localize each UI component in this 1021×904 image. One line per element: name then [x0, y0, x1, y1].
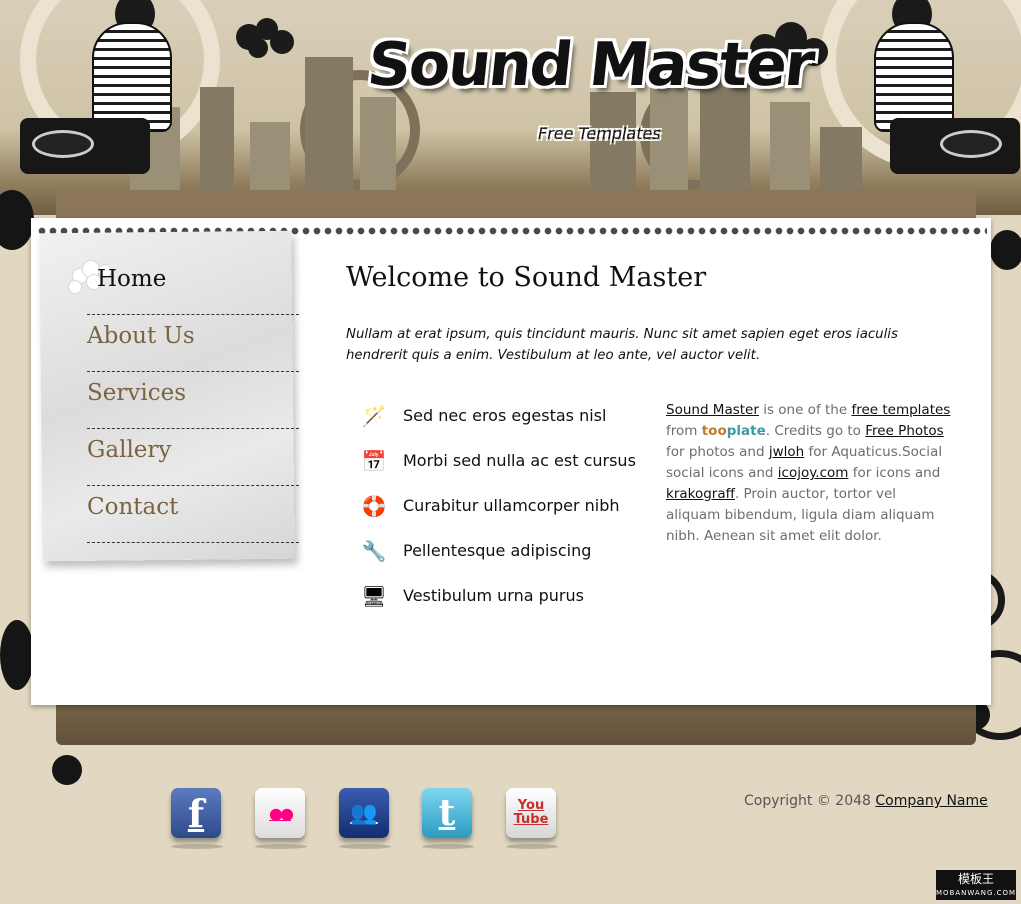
credits-text-part: from: [666, 423, 702, 439]
credits-text-part: is one of the: [758, 402, 852, 418]
building-shape: [770, 102, 810, 197]
header-banner: Sound Master Free Templates: [0, 0, 1021, 215]
credits-text-part: for icons and: [848, 465, 941, 481]
magic-wand-icon: 🪄: [361, 403, 387, 428]
copyright-text: Copyright © 2048: [744, 793, 876, 809]
credits-text-part: for photos and: [666, 444, 769, 460]
twitter-icon[interactable]: t: [422, 788, 474, 849]
building-shape: [360, 97, 396, 197]
building-shape: [820, 127, 862, 197]
nav-item-contact[interactable]: Contact: [87, 486, 299, 543]
calendar-icon: 📅: [361, 448, 387, 473]
feature-list: 🪄 Sed nec eros egestas nisl 📅 Morbi sed …: [361, 393, 636, 618]
monitor-icon: 🖥: [361, 583, 387, 608]
building-shape: [590, 92, 636, 197]
feature-label: Vestibulum urna purus: [403, 586, 584, 605]
ink-splat: [990, 230, 1021, 270]
wrench-icon: 🔧: [361, 538, 387, 563]
bubble-decoration: [270, 30, 294, 54]
free-templates-link[interactable]: free templates: [851, 402, 950, 418]
building-shape: [250, 122, 290, 197]
dj-shirt: [92, 22, 172, 132]
feature-label: Pellentesque adipiscing: [403, 541, 592, 560]
youtube-icon[interactable]: You Tube: [506, 788, 558, 849]
bubble-decoration: [248, 38, 268, 58]
credits-text-part: . Credits go to: [765, 423, 866, 439]
record-plate: [940, 130, 1002, 158]
dj-shirt: [874, 22, 954, 132]
page-title: Welcome to Sound Master: [346, 262, 707, 293]
building-shape: [305, 57, 353, 197]
feature-item: 🛟 Curabitur ullamcorper nibh: [361, 483, 636, 528]
watermark-latin: MOBANWANG.COM: [936, 889, 1017, 897]
nav-link-gallery[interactable]: Gallery: [87, 437, 171, 463]
nav-link-services[interactable]: Services: [87, 380, 186, 406]
nav-item-services[interactable]: Services: [87, 372, 299, 429]
nav-link-contact[interactable]: Contact: [87, 494, 178, 520]
icojoy-link[interactable]: icojoy.com: [778, 465, 849, 481]
credits-text: Sound Master is one of the free template…: [666, 400, 951, 547]
feature-label: Sed nec eros egestas nisl: [403, 406, 607, 425]
site-tagline: Free Templates: [538, 124, 661, 143]
feature-label: Curabitur ullamcorper nibh: [403, 496, 620, 515]
free-photos-link[interactable]: Free Photos: [865, 423, 943, 439]
feature-item: 🪄 Sed nec eros egestas nisl: [361, 393, 636, 438]
main-panel: Home About Us Services Gallery Contact W…: [31, 218, 991, 705]
myspace-icon[interactable]: 👥: [339, 788, 391, 849]
dj-illustration: [20, 0, 172, 200]
dj-illustration: [870, 0, 1020, 200]
main-nav: Home About Us Services Gallery Contact: [87, 258, 299, 543]
tooplate-logo-too[interactable]: too: [702, 423, 727, 439]
krakograff-link[interactable]: krakograff: [666, 486, 735, 502]
building-shape: [200, 87, 234, 197]
ink-splat: [52, 755, 82, 785]
tooplate-logo-plate[interactable]: plate: [727, 423, 766, 439]
feature-label: Morbi sed nulla ac est cursus: [403, 451, 636, 470]
lifebuoy-icon: 🛟: [361, 493, 387, 518]
nav-link-about-us[interactable]: About Us: [87, 323, 195, 349]
nav-item-gallery[interactable]: Gallery: [87, 429, 299, 486]
feature-item: 🔧 Pellentesque adipiscing: [361, 528, 636, 573]
copyright: Copyright © 2048 Company Name: [744, 793, 988, 809]
content-area: Welcome to Sound Master Nullam at erat i…: [346, 262, 946, 363]
record-plate: [32, 130, 94, 158]
ink-splat: [0, 620, 34, 690]
nav-link-home[interactable]: Home: [97, 266, 166, 292]
feature-item: 🖥 Vestibulum urna purus: [361, 573, 636, 618]
flickr-icon[interactable]: ●●: [255, 788, 307, 849]
sound-master-link[interactable]: Sound Master: [666, 402, 759, 418]
facebook-icon[interactable]: f: [171, 788, 223, 849]
watermark-cn: 模板王: [957, 872, 994, 886]
nav-item-about-us[interactable]: About Us: [87, 315, 299, 372]
feature-item: 📅 Morbi sed nulla ac est cursus: [361, 438, 636, 483]
company-name-link[interactable]: Company Name: [875, 793, 987, 809]
intro-text: Nullam at erat ipsum, quis tincidunt mau…: [346, 327, 898, 363]
nav-item-home[interactable]: Home: [87, 258, 299, 315]
site-logo[interactable]: Sound Master: [364, 30, 816, 100]
jwloh-link[interactable]: jwloh: [769, 444, 804, 460]
watermark-badge: 模板王 MOBANWANG.COM: [936, 870, 1016, 900]
